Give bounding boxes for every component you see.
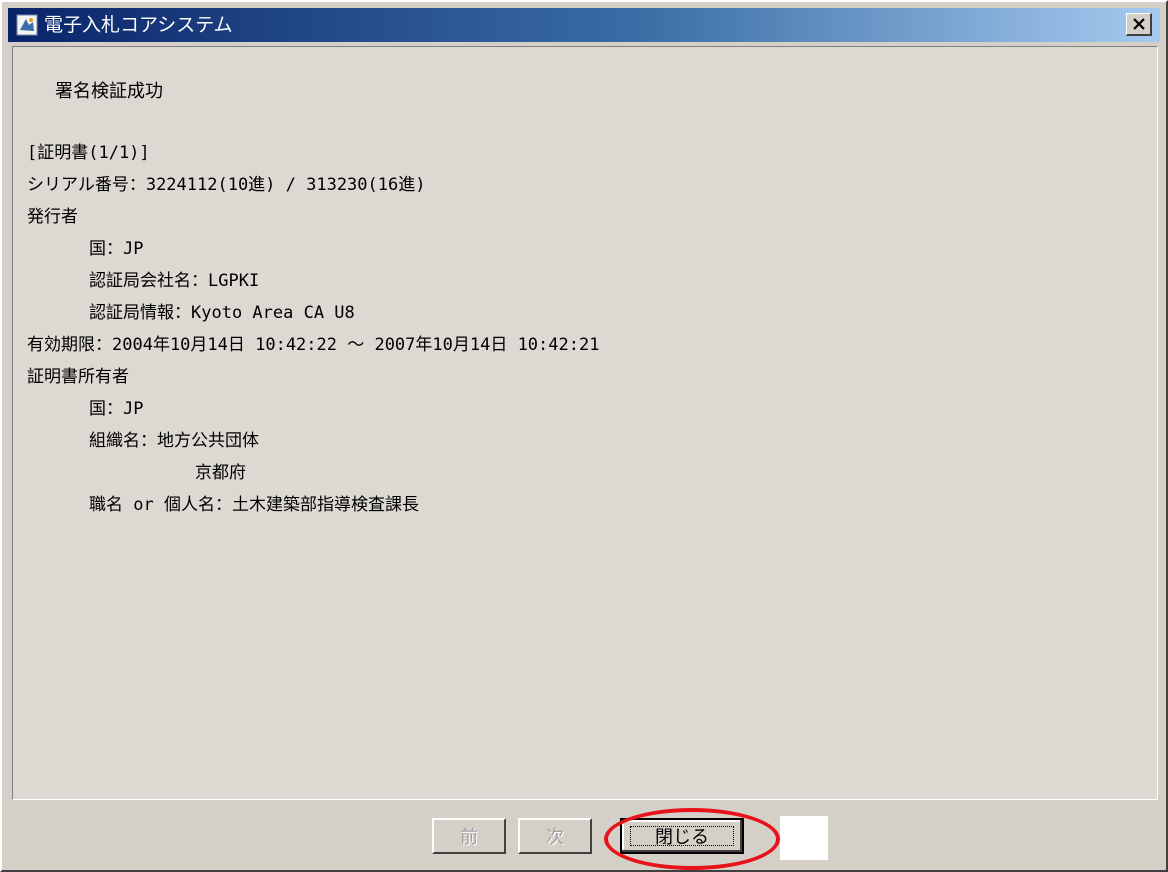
focus-rectangle: [630, 826, 734, 846]
cert-header: [証明書(1/1)]: [27, 143, 150, 163]
dialog-window: 電子入札コアシステム 署名検証成功 [証明書(1/1)] シリアル番号：3224…: [0, 0, 1168, 872]
issuer-heading: 発行者: [27, 207, 78, 227]
owner-heading: 証明書所有者: [27, 367, 129, 387]
close-button[interactable]: 閉じる: [620, 818, 744, 854]
validity-period: 有効期限：2004年10月14日 10:42:22 ～ 2007年10月14日 …: [27, 335, 600, 355]
title-bar[interactable]: 電子入札コアシステム: [8, 8, 1160, 42]
issuer-country: 国：JP: [89, 239, 144, 259]
close-window-button[interactable]: [1126, 13, 1152, 36]
certificate-info-panel: 署名検証成功 [証明書(1/1)] シリアル番号：3224112(10進) / …: [12, 46, 1158, 800]
blank-area: [780, 816, 828, 860]
issuer-ca-info: 認証局情報：Kyoto Area CA U8: [89, 303, 355, 323]
next-button[interactable]: 次: [518, 818, 592, 854]
window-title: 電子入札コアシステム: [44, 14, 233, 36]
prev-button[interactable]: 前: [432, 818, 506, 854]
owner-organization-unit: 京都府: [195, 463, 246, 483]
close-icon: [1132, 18, 1146, 30]
verification-status: 署名検証成功: [55, 81, 163, 102]
app-icon: [16, 14, 38, 36]
owner-title: 職名 or 個人名：土木建築部指導検査課長: [89, 495, 419, 515]
owner-organization: 組織名：地方公共団体: [89, 431, 259, 451]
owner-country: 国：JP: [89, 399, 144, 419]
certificate-details: [証明書(1/1)] シリアル番号：3224112(10進) / 313230(…: [27, 137, 1147, 521]
button-bar: 前 次 閉じる: [12, 802, 1158, 870]
issuer-ca-company: 認証局会社名：LGPKI: [89, 271, 260, 291]
serial-number: シリアル番号：3224112(10進) / 313230(16進): [27, 175, 426, 195]
